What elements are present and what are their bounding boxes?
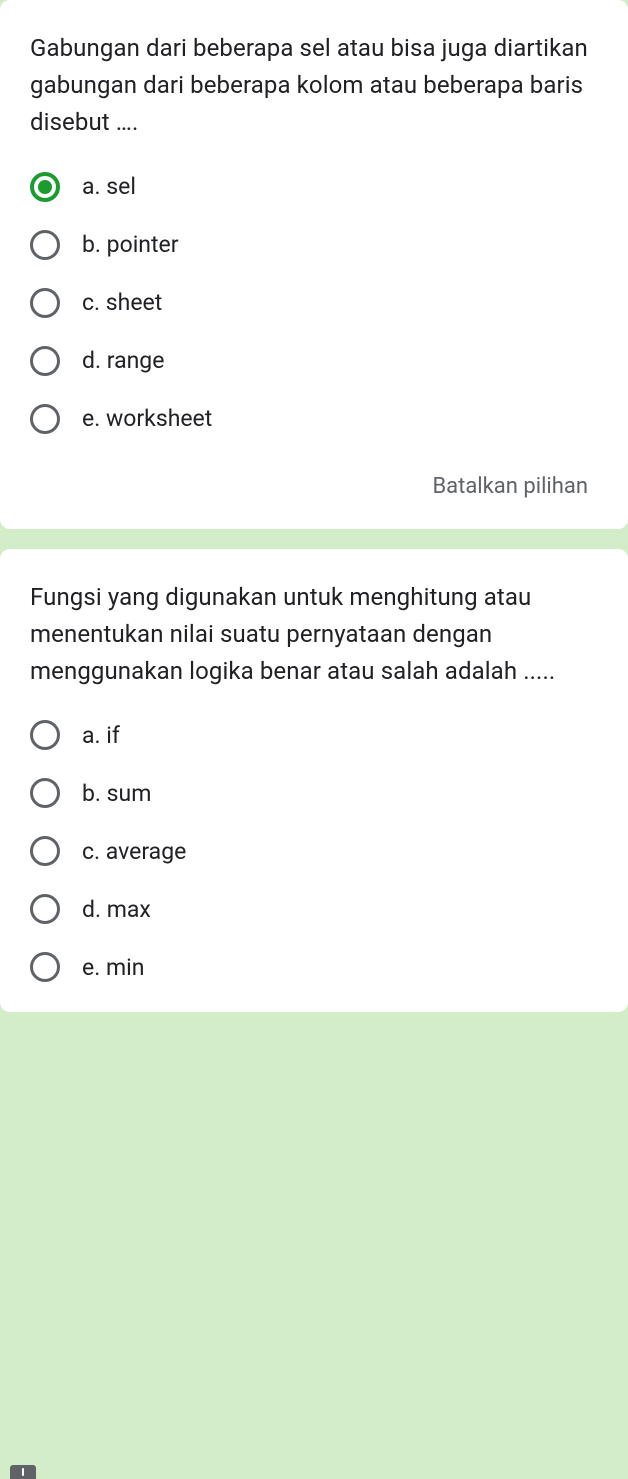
radio-icon [30,404,60,434]
option-label: c. sheet [82,289,162,316]
radio-icon [30,288,60,318]
question-card: Gabungan dari beberapa sel atau bisa jug… [0,0,628,529]
option-label: a. if [82,722,120,749]
option-a[interactable]: a. sel [30,172,598,202]
radio-icon [30,230,60,260]
info-badge-icon [10,1465,36,1479]
option-label: b. pointer [82,231,179,258]
option-label: e. min [82,954,144,981]
option-b[interactable]: b. pointer [30,230,598,260]
option-a[interactable]: a. if [30,720,598,750]
option-c[interactable]: c. average [30,836,598,866]
radio-icon [30,894,60,924]
option-b[interactable]: b. sum [30,778,598,808]
option-label: a. sel [82,173,136,200]
options-group: a. sel b. pointer c. sheet d. range e. w… [30,172,598,434]
radio-icon [30,952,60,982]
option-label: c. average [82,838,186,865]
option-e[interactable]: e. min [30,952,598,982]
option-label: d. range [82,347,164,374]
radio-icon [30,346,60,376]
radio-icon [30,778,60,808]
option-label: e. worksheet [82,405,212,432]
option-d[interactable]: d. range [30,346,598,376]
clear-selection-button[interactable]: Batalkan pilihan [30,474,598,499]
option-label: b. sum [82,780,151,807]
question-card: Fungsi yang digunakan untuk menghitung a… [0,549,628,1013]
question-text: Gabungan dari beberapa sel atau bisa jug… [30,30,598,142]
option-d[interactable]: d. max [30,894,598,924]
option-label: d. max [82,896,151,923]
question-text: Fungsi yang digunakan untuk menghitung a… [30,579,598,691]
radio-icon [30,172,60,202]
radio-icon [30,836,60,866]
option-c[interactable]: c. sheet [30,288,598,318]
options-group: a. if b. sum c. average d. max e. min [30,720,598,982]
option-e[interactable]: e. worksheet [30,404,598,434]
radio-icon [30,720,60,750]
